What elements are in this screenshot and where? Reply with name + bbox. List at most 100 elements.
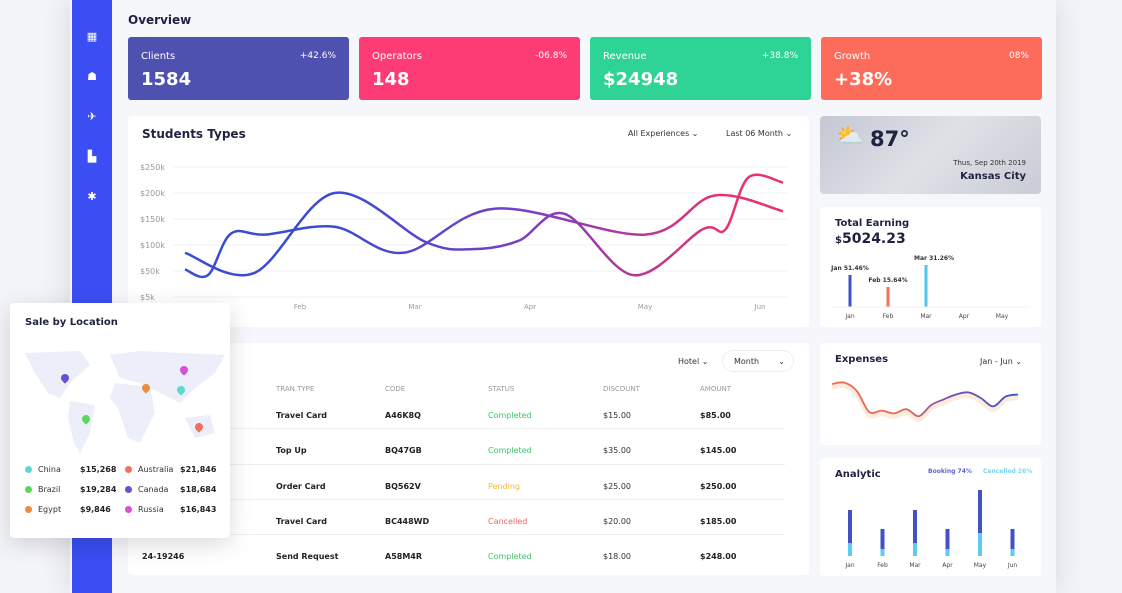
earning-bar-mar — [924, 265, 928, 307]
cell-code: A46K8Q — [385, 411, 421, 420]
country-value: $16,843 — [180, 505, 217, 514]
country-name: Australia — [138, 465, 174, 474]
country-name: Russia — [138, 505, 164, 514]
cell-id: 24-19246 — [142, 552, 185, 562]
y-tick-label: $250k — [140, 163, 165, 172]
stat-change: -06.8% — [535, 51, 567, 61]
cell-status: Completed — [488, 411, 532, 420]
row-divider — [140, 463, 785, 465]
total-earning-card: Total Earning $5024.23 Jan Jan 51.46% Feb F… — [820, 207, 1041, 327]
bar-label: Feb 15.64% — [868, 277, 907, 284]
x-tick-label: Apr — [524, 303, 536, 311]
y-tick-label: $200k — [140, 189, 165, 198]
stat-change: +38.8% — [761, 51, 798, 61]
country-value: $19,284 — [80, 485, 117, 494]
bar-label: Jan 51.46% — [830, 265, 869, 272]
cell-status: Cancelled — [488, 516, 528, 526]
expenses-chart — [831, 381, 1019, 422]
x-tick-label: Feb — [294, 303, 307, 311]
x-tick-label: Apr — [942, 562, 953, 569]
earning-bar-feb — [886, 287, 890, 307]
gear-icon[interactable]: ✱ — [84, 189, 100, 205]
cancelled-bar — [848, 543, 852, 556]
hotel-label: Hotel — [678, 357, 700, 366]
x-tick-label: May — [638, 303, 652, 311]
stat-change: 08% — [1008, 51, 1029, 61]
legend-item-australia: Australia — [125, 465, 173, 474]
country-value: $18,684 — [180, 485, 217, 494]
stat-card-clients[interactable]: Clients +42.6% 1584 — [128, 37, 349, 100]
earning-bar-jan — [848, 275, 852, 307]
weather-city: Kansas City — [960, 171, 1026, 182]
analytic-chart: Jan Feb Mar Apr May Jun — [844, 490, 1018, 569]
cell-type: Travel Card — [276, 411, 328, 420]
x-tick-label: May — [996, 313, 1009, 320]
row-divider — [140, 534, 785, 536]
world-map — [25, 351, 225, 453]
stat-card-operators[interactable]: Operators -06.8% 148 — [359, 37, 580, 100]
expenses-line-shadow — [831, 382, 1019, 422]
series-line-1 — [184, 173, 784, 277]
month-label: Month — [734, 357, 760, 366]
bar-label: Mar 31.26% — [914, 255, 954, 262]
page-title: Overview — [128, 13, 192, 27]
cell-type: Send Request — [276, 552, 339, 562]
cell-amount: $248.00 — [700, 552, 737, 562]
booking-bar — [978, 490, 982, 533]
y-tick-label: $5k — [140, 293, 155, 302]
x-tick-label: Feb — [877, 562, 888, 569]
y-tick-label: $150k — [140, 215, 165, 224]
x-tick-label: Jun — [1007, 562, 1018, 569]
stat-card-revenue[interactable]: Revenue +38.8% $24948 — [590, 37, 811, 100]
booking-bar — [913, 510, 917, 543]
weather-date: Thus, Sep 20th 2019 — [953, 159, 1026, 167]
weather-temp: 87° — [870, 127, 910, 151]
country-name: Egypt — [38, 505, 62, 514]
month-dropdown[interactable]: Month ⌄ — [722, 350, 794, 372]
partly-cloudy-icon: ⛅ — [836, 124, 864, 149]
legend-dot-icon — [125, 506, 132, 513]
airplane-icon[interactable]: ✈ — [84, 109, 100, 125]
cancelled-bar — [913, 543, 917, 556]
column-header: CODE — [385, 385, 406, 393]
x-tick-label: Mar — [408, 303, 421, 311]
x-tick-label: Mar — [920, 313, 932, 320]
cell-discount: $35.00 — [603, 446, 631, 456]
students-types-card: Students Types All Experiences ⌄ Last 06… — [128, 116, 809, 327]
chevron-down-icon: ⌄ — [701, 357, 709, 366]
sale-by-location-card: Sale by Location China $15,268 Australia $2… — [10, 303, 230, 538]
legend-item-russia: Russia — [125, 505, 164, 514]
stat-value: $24948 — [603, 69, 679, 90]
stat-card-growth[interactable]: Growth 08% +38% — [821, 37, 1042, 100]
country-name: China — [38, 465, 61, 474]
x-tick-label: Jan — [844, 562, 854, 569]
legend-dot-icon — [125, 466, 132, 473]
x-tick-label: Jun — [754, 303, 766, 311]
cell-status: Pending — [488, 481, 520, 491]
analytic-card: Analytic Booking 74% Cancelled 26% Jan Fe… — [820, 458, 1041, 576]
legend-item-egypt: Egypt — [25, 505, 61, 514]
stat-value: 1584 — [141, 69, 192, 90]
stat-label: Operators — [372, 51, 422, 62]
dashboard-icon[interactable]: ▦ — [84, 29, 100, 45]
cancelled-bar — [978, 533, 982, 556]
x-tick-label: Feb — [883, 313, 894, 320]
expenses-card: Expenses Jan - Jun ⌄ — [820, 343, 1041, 445]
country-value: $15,268 — [80, 465, 117, 474]
column-header: STATUS — [488, 385, 515, 393]
cell-code: BQ47GB — [385, 446, 422, 456]
cell-type: Travel Card — [276, 516, 328, 526]
transactions-card: Hotel ⌄ Month ⌄ — [128, 343, 809, 575]
cell-status: Completed — [488, 552, 532, 562]
earning-chart: Jan Jan 51.46% Feb Feb 15.64% Mar Mar 31.26% A… — [830, 255, 1030, 320]
cell-code: BC448WD — [385, 516, 430, 526]
stat-change: +42.6% — [299, 51, 336, 61]
x-tick-label: Jan — [844, 313, 854, 320]
x-tick-label: May — [974, 562, 987, 569]
building-icon[interactable]: ▙ — [84, 149, 100, 165]
hotel-dropdown[interactable]: Hotel ⌄ — [678, 357, 708, 366]
user-icon[interactable]: ☗ — [84, 69, 100, 85]
legend-item-canada: Canada — [125, 485, 168, 494]
cancelled-bar — [880, 549, 885, 556]
cell-status: Completed — [488, 446, 532, 456]
